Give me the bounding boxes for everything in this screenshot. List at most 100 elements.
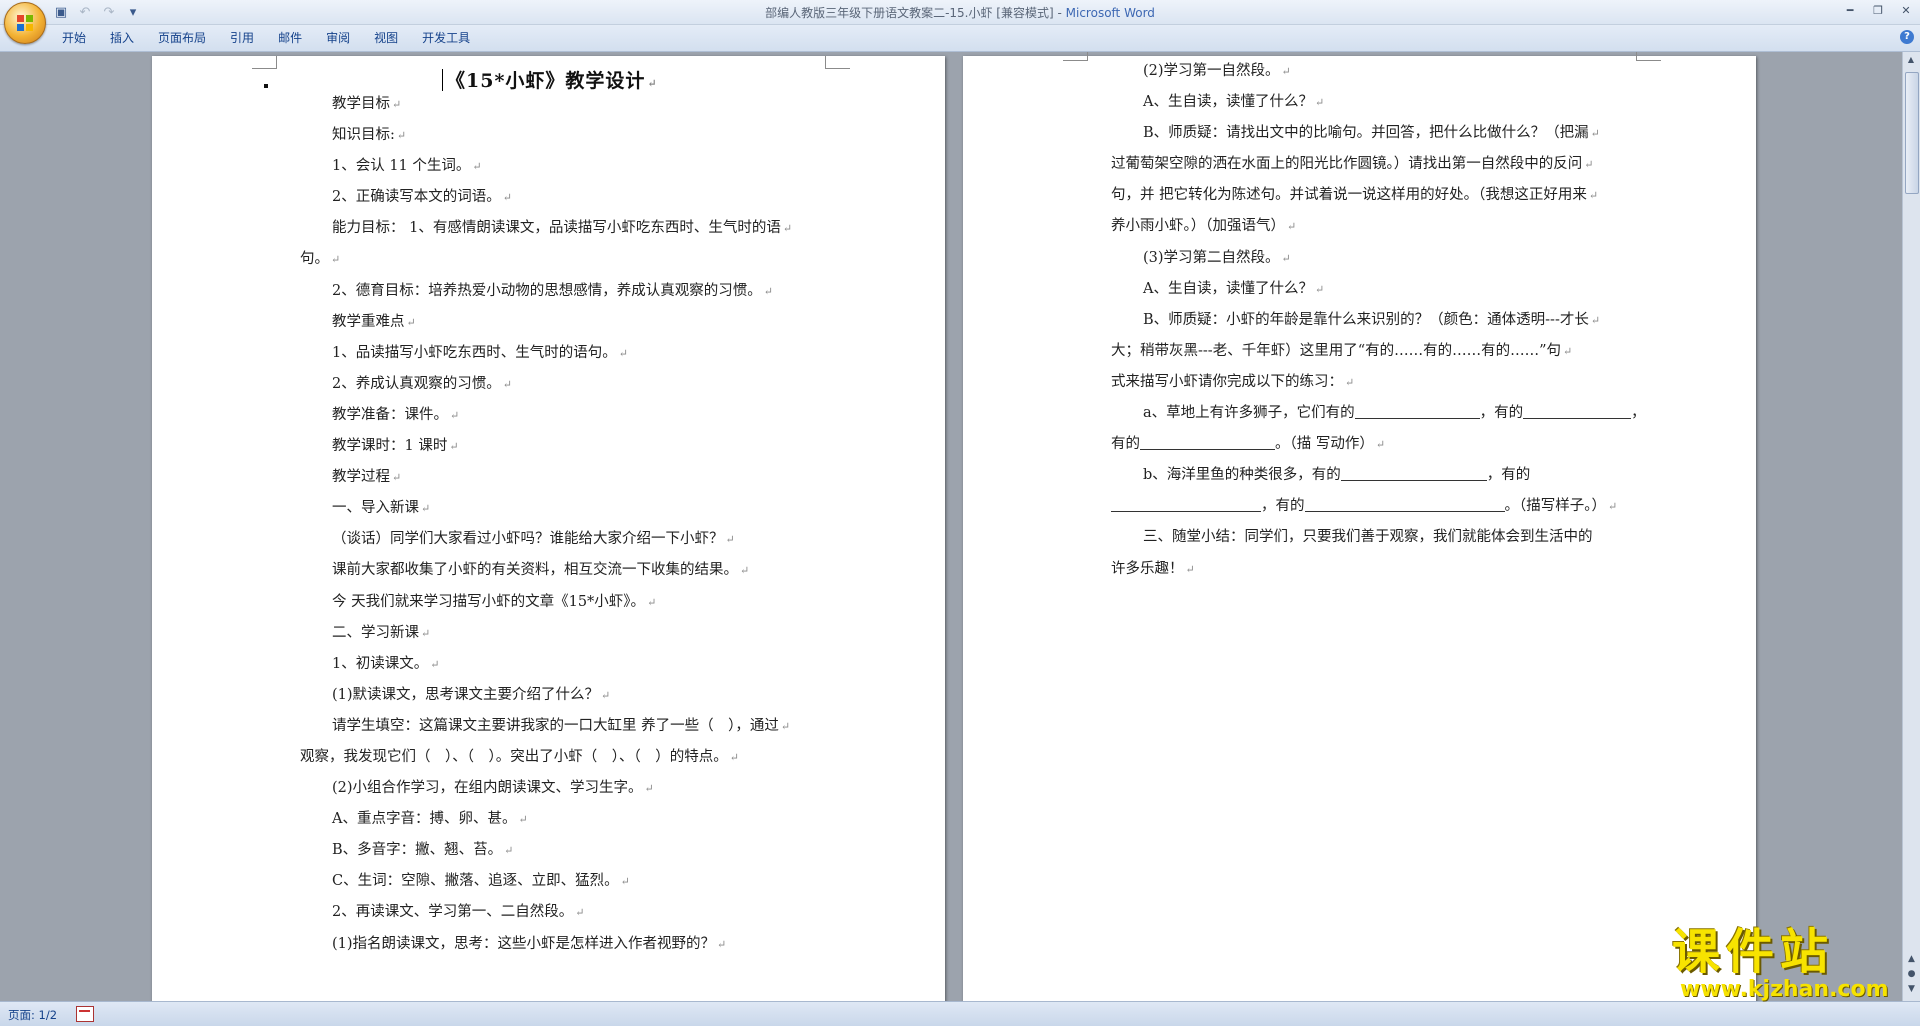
title-bar: ▣ ↶ ↷ ▾ 部编人教版三年级下册语文教案二-15.小虾 [兼容模式] - M… bbox=[0, 0, 1920, 25]
paragraph-mark-icon: ↵ bbox=[504, 844, 514, 858]
paragraph: 能力目标： 1、有感情朗读课文，品读描写小虾吃东西时、生气时的语 ↵ bbox=[332, 220, 793, 237]
exercise-a-line-2: 有的 。（描 写动作） ↵ bbox=[1111, 435, 1386, 453]
paragraph-mark-icon: ↵ bbox=[1314, 282, 1325, 296]
paragraph-mark-icon: ↵ bbox=[421, 626, 431, 640]
paragraph: 过葡萄架空隙的洒在水面上的阳光比作圆镜。）请找出第一自然段中的反问 ↵ bbox=[1111, 156, 1594, 173]
paragraph: 句，并 把它转化为陈述句。并试着说一说这样用的好处。（我想这正好用来 ↵ bbox=[1111, 187, 1599, 204]
paragraph: 知识目标: ↵ bbox=[332, 127, 407, 144]
paragraph: 式来描写小虾请你完成以下的练习： ↵ bbox=[1111, 373, 1355, 390]
paragraph: 2、养成认真观察的习惯。 ↵ bbox=[332, 375, 512, 392]
paragraph-mark-icon: ↵ bbox=[518, 813, 528, 827]
document-name: 部编人教版三年级下册语文教案二-15.小虾 [兼容模式] bbox=[765, 6, 1054, 20]
document-page-1[interactable]: 《15*小虾》教学设计 ↵ 教学目标 ↵ 知识目标: ↵ 1、会认 11 个生词。 ↵ 2、正… bbox=[152, 56, 945, 1001]
paragraph: 2、正确读写本文的词语。 ↵ bbox=[332, 189, 512, 206]
tab-review[interactable]: 审阅 bbox=[314, 30, 362, 46]
page-corner-mark bbox=[252, 56, 277, 69]
watermark-title: 课件站 bbox=[1672, 924, 1835, 980]
previous-page-icon[interactable]: ▲ bbox=[1903, 954, 1920, 969]
proofing-icon[interactable] bbox=[76, 1006, 94, 1022]
paragraph: A、生自读，读懂了什么？ ↵ bbox=[1143, 94, 1325, 111]
window-controls: ━ ❐ ✕ bbox=[1836, 0, 1920, 20]
paragraph: (2)学习第一自然段。 ↵ bbox=[1143, 63, 1291, 79]
page-1-body: 教学目标 ↵ 知识目标: ↵ 1、会认 11 个生词。 ↵ 2、正确读写本文的词语。 ↵ 能力目… bbox=[300, 89, 792, 960]
paragraph-mark-icon: ↵ bbox=[392, 98, 402, 111]
paragraph: (2)小组合作学习，在组内朗读课文、学习生字。 ↵ bbox=[332, 780, 654, 797]
paragraph: (1)默读课文，思考课文主要介绍了什么？ ↵ bbox=[332, 686, 611, 703]
paragraph: 请学生填空：这篇课文主要讲我家的一口大缸里 养了一些（ ），通过 ↵ bbox=[332, 717, 791, 734]
paragraph: A、生自读，读懂了什么？ ↵ bbox=[1143, 280, 1325, 297]
paragraph-mark-icon: ↵ bbox=[1584, 158, 1594, 172]
tab-page-layout[interactable]: 页面布局 bbox=[146, 30, 218, 46]
paragraph: 一、导入新课 ↵ bbox=[332, 500, 431, 517]
paragraph-mark-icon: ↵ bbox=[1314, 96, 1325, 110]
summary-line-2: 许多乐趣！ ↵ bbox=[1111, 560, 1195, 577]
exercise-a-line-1: a、草地上有许多狮子，它们有的 ，有的， bbox=[1143, 404, 1646, 422]
paragraph: (3)学习第二自然段。 ↵ bbox=[1143, 249, 1291, 266]
fill-blank[interactable] bbox=[1354, 404, 1480, 420]
fill-blank[interactable] bbox=[1340, 466, 1487, 482]
help-icon[interactable]: ? bbox=[1900, 30, 1914, 44]
paragraph-mark-icon: ↵ bbox=[421, 502, 431, 516]
paragraph: B、师质疑：请找出文中的比喻句。并回答，把什么比做什么？（把漏 ↵ bbox=[1143, 125, 1600, 142]
page-count[interactable]: 页面: 1/2 bbox=[8, 1007, 57, 1023]
fill-blank[interactable] bbox=[1140, 435, 1275, 451]
scrollbar-thumb[interactable] bbox=[1905, 72, 1919, 194]
fill-blank[interactable] bbox=[1304, 497, 1505, 513]
minimize-icon[interactable]: ━ bbox=[1836, 0, 1864, 20]
paragraph-mark-icon: ↵ bbox=[601, 688, 611, 702]
document-workspace: 《15*小虾》教学设计 ↵ 教学目标 ↵ 知识目标: ↵ 1、会认 11 个生词。 ↵ 2、正… bbox=[0, 52, 1903, 1001]
paragraph: 教学准备：课件。 ↵ bbox=[332, 406, 460, 423]
select-browse-object-icon[interactable]: ● bbox=[1903, 969, 1920, 984]
paragraph-mark-icon: ↵ bbox=[450, 408, 460, 422]
fill-blank[interactable] bbox=[1523, 404, 1632, 420]
tab-view[interactable]: 视图 bbox=[362, 30, 410, 46]
tab-insert[interactable]: 插入 bbox=[98, 30, 146, 46]
office-button[interactable] bbox=[4, 2, 46, 44]
paragraph-mark-icon: ↵ bbox=[502, 377, 512, 391]
paragraph-mark-icon: ↵ bbox=[1281, 65, 1291, 78]
document-page-2[interactable]: (2)学习第一自然段。 ↵ A、生自读，读懂了什么？ ↵ B、师质疑：请找出文中的比喻句… bbox=[963, 52, 1756, 1001]
paragraph-mark-icon: ↵ bbox=[1590, 313, 1601, 327]
page-2-body: (2)学习第一自然段。 ↵ A、生自读，读懂了什么？ ↵ B、师质疑：请找出文中的比喻句… bbox=[1111, 56, 1646, 585]
paragraph-mark-icon: ↵ bbox=[644, 782, 654, 796]
paragraph-mark-icon: ↵ bbox=[449, 440, 459, 454]
tab-home[interactable]: 开始 bbox=[50, 30, 98, 46]
paragraph: 教学课时：1 课时 ↵ bbox=[332, 438, 459, 455]
page-2-paragraphs: (2)学习第一自然段。 ↵ A、生自读，读懂了什么？ ↵ B、师质疑：请找出文中的比喻句… bbox=[1111, 56, 1646, 398]
paragraph-mark-icon: ↵ bbox=[620, 875, 630, 889]
paragraph-mark-icon: ↵ bbox=[740, 564, 750, 578]
paragraph-mark-icon: ↵ bbox=[618, 346, 628, 360]
bullet-mark bbox=[264, 84, 268, 88]
paragraph: 教学重难点 ↵ bbox=[332, 313, 416, 330]
paragraph-mark-icon: ↵ bbox=[406, 315, 416, 329]
paragraph: 2、再读课文、学习第一、二自然段。 ↵ bbox=[332, 904, 585, 921]
paragraph-mark-icon: ↵ bbox=[717, 937, 727, 951]
paragraph: 今 天我们就来学习描写小虾的文章《15*小虾》。 ↵ bbox=[332, 593, 657, 610]
page-corner-mark bbox=[1063, 52, 1088, 61]
paragraph: B、师质疑：小虾的年龄是靠什么来识别的？（颜色：通体透明---才长 ↵ bbox=[1143, 311, 1601, 328]
paragraph: 课前大家都收集了小虾的有关资料，相互交流一下收集的结果。 ↵ bbox=[332, 562, 750, 579]
next-page-icon[interactable]: ▼ bbox=[1903, 984, 1920, 999]
paragraph-mark-icon: ↵ bbox=[1281, 251, 1291, 265]
tab-references[interactable]: 引用 bbox=[218, 30, 266, 46]
paragraph-mark-icon: ↵ bbox=[575, 906, 585, 920]
tab-developer[interactable]: 开发工具 bbox=[410, 30, 482, 46]
paragraph-mark-icon: ↵ bbox=[763, 284, 773, 298]
close-icon[interactable]: ✕ bbox=[1892, 0, 1920, 20]
paragraph-mark-icon: ↵ bbox=[430, 657, 440, 671]
exercise-b-line-2: ，有的 。（描写样子。） ↵ bbox=[1111, 491, 1646, 522]
paragraph: (1)指名朗读课文，思考：这些小虾是怎样进入作者视野的？ ↵ bbox=[332, 935, 727, 952]
vertical-scrollbar[interactable]: ▲ ▲ ● ▼ bbox=[1902, 52, 1920, 1001]
paragraph: 1、品读描写小虾吃东西时、生气时的语句。 ↵ bbox=[332, 344, 628, 361]
paragraph-mark-icon: ↵ bbox=[396, 129, 407, 143]
fill-blank[interactable] bbox=[1111, 497, 1261, 513]
paragraph: 二、学习新课 ↵ bbox=[332, 624, 431, 641]
paragraph-mark-icon: ↵ bbox=[502, 191, 512, 205]
office-logo-icon bbox=[17, 15, 33, 31]
paragraph: 1、初读课文。 ↵ bbox=[332, 655, 440, 672]
paragraph: C、生词：空隙、撇落、追逐、立即、猛烈。 ↵ bbox=[332, 873, 630, 890]
maximize-icon[interactable]: ❐ bbox=[1864, 0, 1892, 20]
tab-mailings[interactable]: 邮件 bbox=[266, 30, 314, 46]
paragraph: B、多音字：撇、翘、苔。 ↵ bbox=[332, 842, 514, 859]
scroll-up-icon[interactable]: ▲ bbox=[1903, 52, 1919, 68]
